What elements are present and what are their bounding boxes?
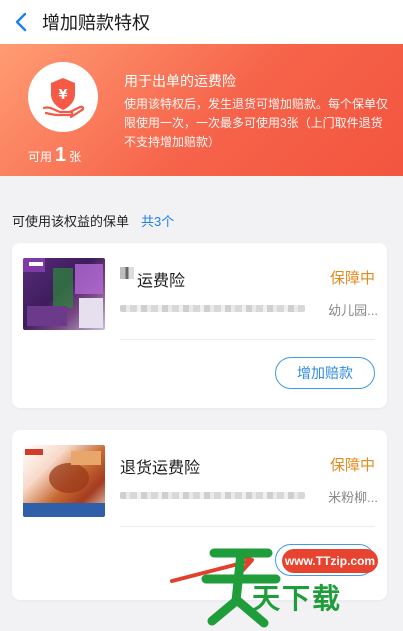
- shield-yuan-hand-icon: ¥: [42, 78, 85, 119]
- address-tail: 幼儿园...: [328, 303, 378, 318]
- policy-card[interactable]: 退货运费险 保障中 米粉柳... 增加赔款: [12, 430, 387, 600]
- redacted-address: [120, 305, 305, 312]
- page-title: 增加赔款特权: [42, 13, 150, 33]
- back-button[interactable]: [2, 0, 40, 44]
- add-compensation-button[interactable]: 增加赔款: [275, 357, 375, 389]
- svg-text:¥: ¥: [58, 88, 67, 103]
- redacted-name-prefix: [120, 267, 134, 279]
- policy-status: 保障中: [329, 270, 375, 287]
- policy-card[interactable]: 运费险 保障中 幼儿园... 增加赔款: [12, 243, 387, 408]
- available-unit: 张: [69, 150, 82, 164]
- chevron-left-icon: [15, 12, 27, 32]
- available-count: 可用 1 张: [28, 144, 81, 167]
- policy-list-header: 可使用该权益的保单 共3个: [0, 198, 403, 242]
- policy-name: 退货运费险: [120, 460, 201, 477]
- policy-list-label: 可使用该权益的保单: [12, 213, 130, 229]
- policy-count: 共3个: [141, 213, 175, 229]
- privilege-description: 使用该特权后，发生退货可增加赔款。每个保单仅限使用一次，一次最多可使用3张（上门…: [124, 97, 389, 149]
- policy-address: 幼儿园...: [120, 300, 378, 318]
- product-thumbnail: [23, 445, 105, 517]
- policy-name: 运费险: [137, 273, 186, 290]
- product-thumbnail: [23, 258, 105, 330]
- available-number: 1: [55, 144, 67, 166]
- add-compensation-button[interactable]: 增加赔款: [275, 544, 375, 576]
- nav-bar: 增加赔款特权: [0, 0, 403, 44]
- privilege-banner: ¥ 可用 1 张 用于出单的运费险 使用该特权后，发生退货可增加赔款。每个保单仅…: [0, 44, 403, 176]
- policy-address: 米粉柳...: [120, 487, 378, 505]
- redacted-address: [120, 492, 305, 499]
- address-tail: 米粉柳...: [328, 490, 378, 505]
- available-label: 可用: [28, 150, 53, 164]
- privilege-icon-badge: ¥: [28, 62, 98, 132]
- privilege-heading: 用于出单的运费险: [124, 73, 236, 89]
- divider: [120, 339, 375, 340]
- divider: [120, 526, 375, 527]
- policy-status: 保障中: [329, 457, 375, 474]
